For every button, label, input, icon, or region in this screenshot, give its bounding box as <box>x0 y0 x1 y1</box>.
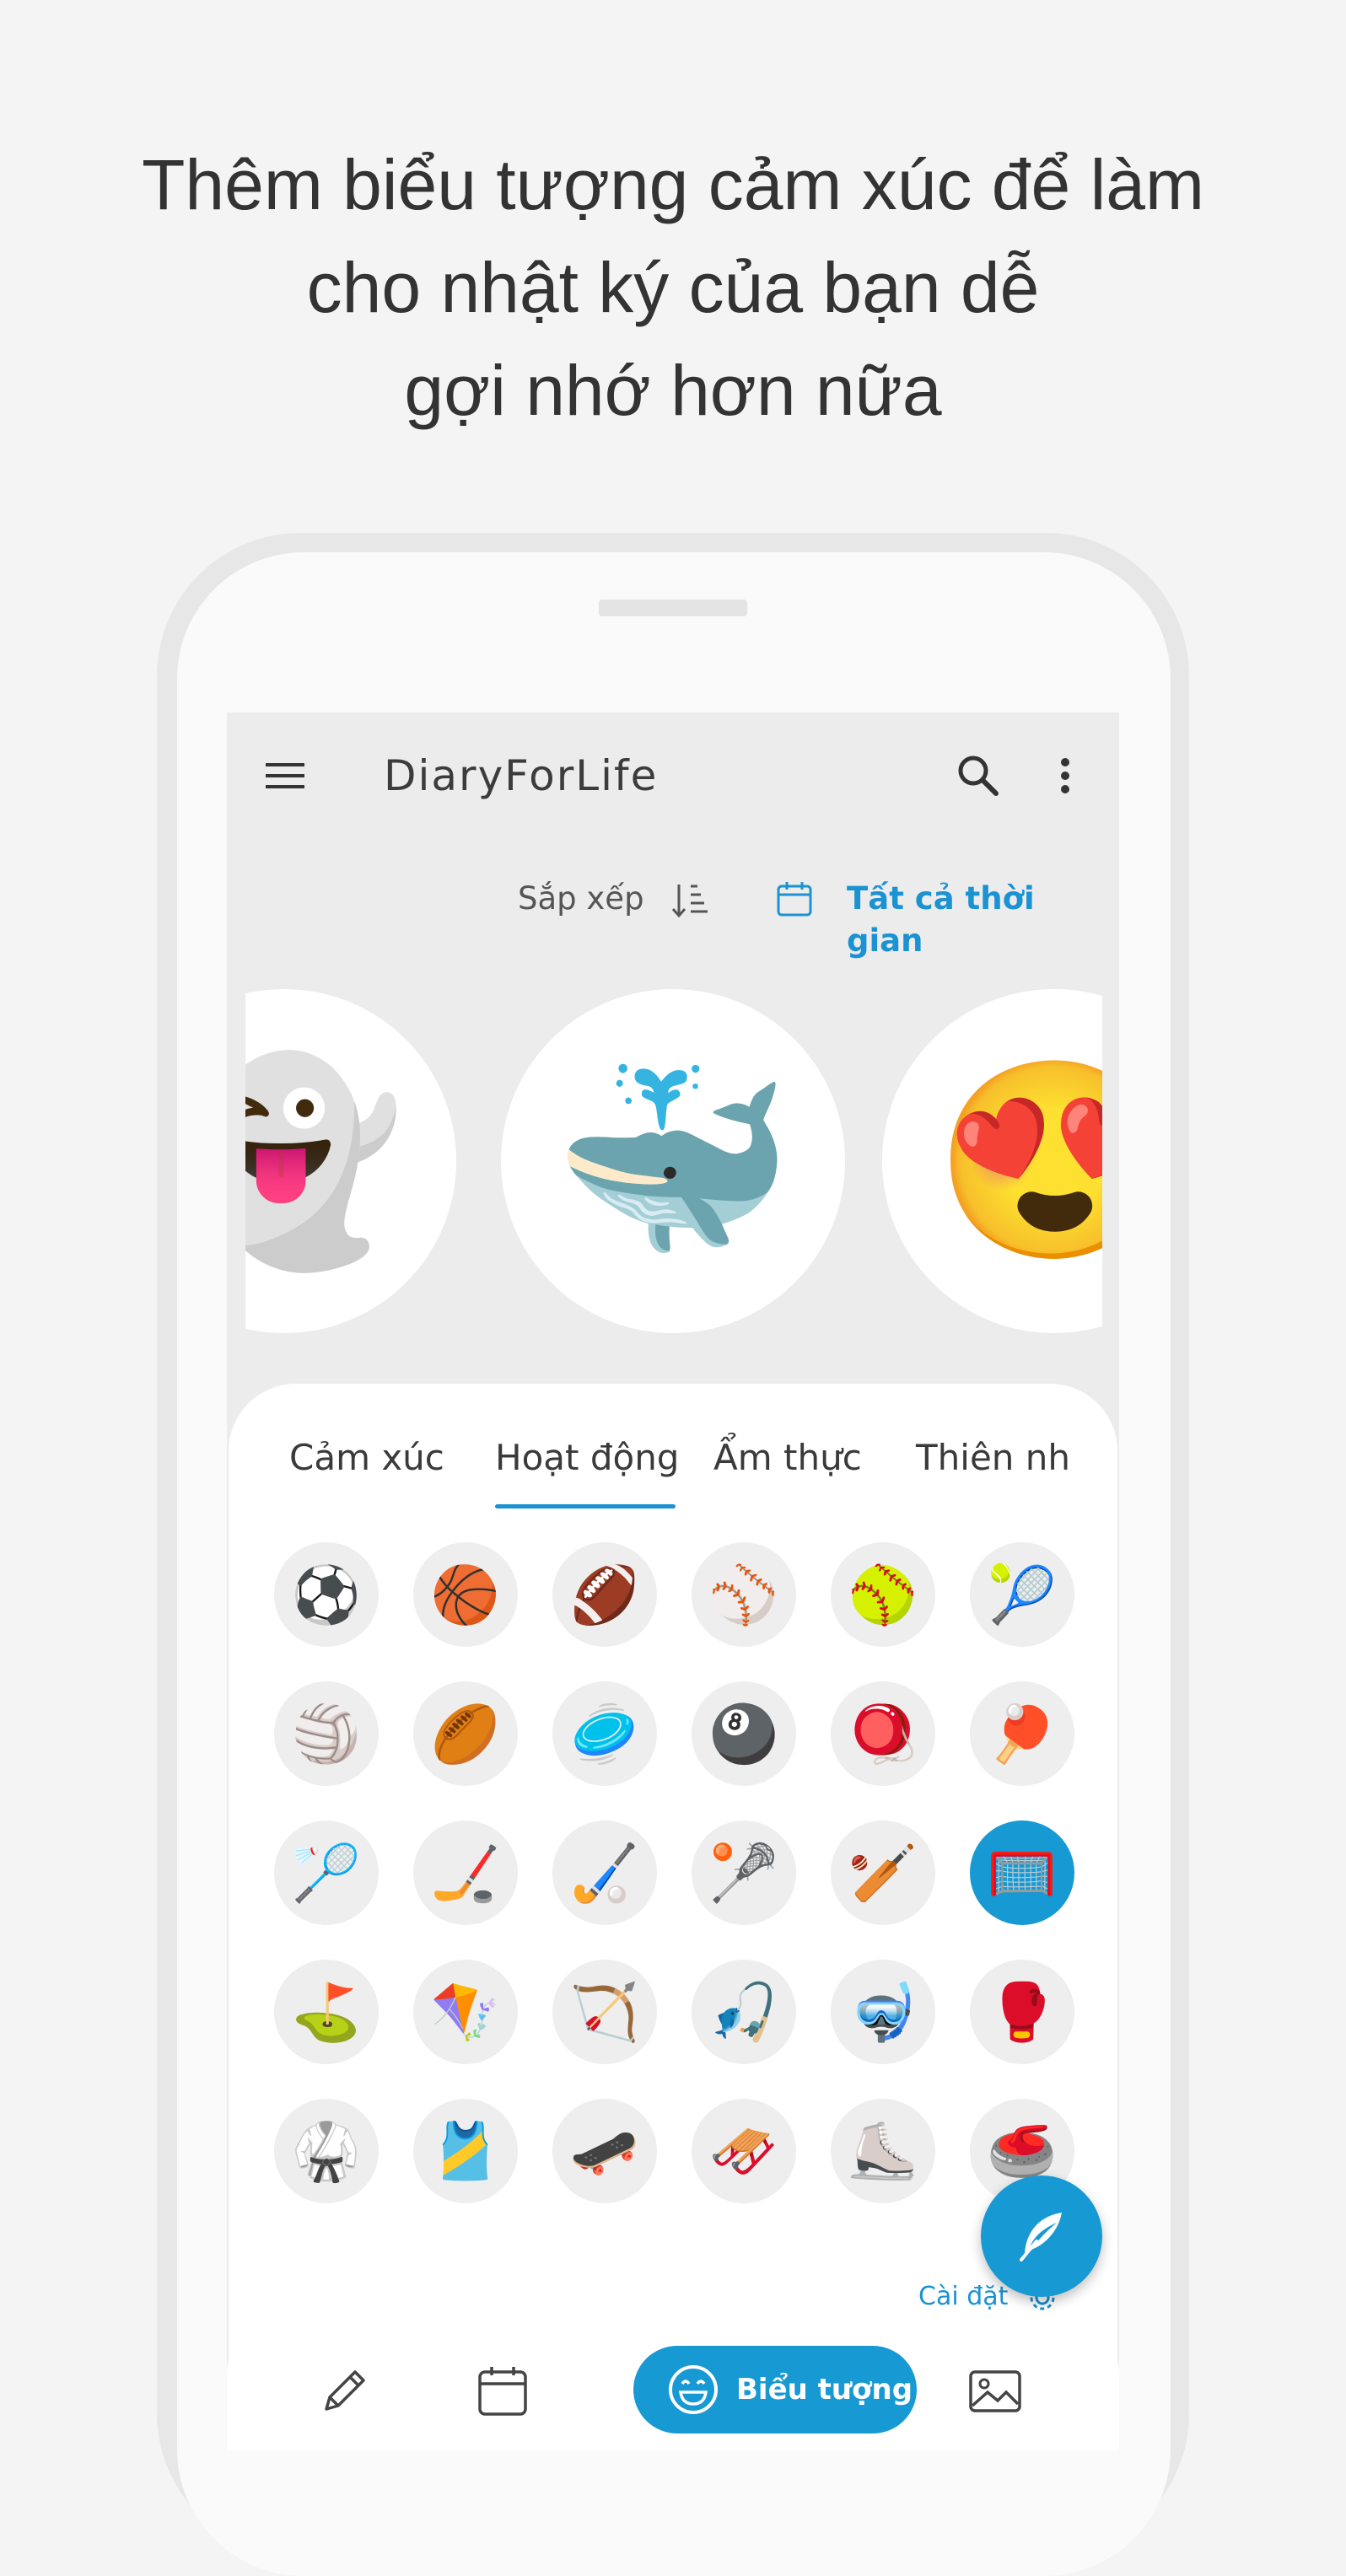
feather-icon <box>1020 2213 1062 2261</box>
app-screen: DiaryForLife Sắp xếp Tất cả thời gian 👻 … <box>227 713 1119 2450</box>
emoji-cell[interactable]: ⚾ <box>692 1542 796 1647</box>
new-entry-fab[interactable] <box>981 2175 1102 2297</box>
sort-label[interactable]: Sắp xếp <box>518 878 644 920</box>
bottom-nav: Biểu tượng <box>227 2323 1119 2450</box>
app-bar: DiaryForLife <box>227 713 1119 841</box>
emoji-cell[interactable]: 🏒 <box>413 1820 518 1925</box>
emoji-nav-button[interactable]: Biểu tượng <box>633 2346 917 2433</box>
emoji-cell[interactable]: 🥍 <box>692 1820 796 1925</box>
menu-icon[interactable] <box>264 755 306 797</box>
emoji-cell[interactable]: 🪀 <box>831 1681 935 1786</box>
emoji-cell[interactable]: 🏑 <box>552 1820 657 1925</box>
emoji-cell[interactable]: 🎾 <box>970 1542 1074 1647</box>
calendar-icon <box>777 882 812 917</box>
search-icon[interactable] <box>952 750 1004 802</box>
mood-carousel: 👻 🐳 😍 <box>245 984 1102 1338</box>
edit-icon[interactable] <box>315 2362 374 2421</box>
emoji-cell[interactable]: 🥏 <box>552 1681 657 1786</box>
emoji-cell[interactable]: 🏈 <box>552 1542 657 1647</box>
headline-line-3: gợi nhớ hơn nữa <box>404 351 942 430</box>
emoji-cell[interactable]: 🎱 <box>692 1681 796 1786</box>
image-icon[interactable] <box>966 2362 1025 2421</box>
tab-cam-xuc[interactable]: Cảm xúc <box>289 1433 444 1483</box>
calendar-icon[interactable] <box>473 2362 532 2421</box>
tab-am-thuc[interactable]: Ẩm thực <box>713 1433 862 1483</box>
emoji-cell[interactable]: 🛹 <box>552 2099 657 2203</box>
emoji-cell[interactable]: 🏐 <box>274 1681 379 1786</box>
emoji-category-tabs: Cảm xúc Hoạt động Ẩm thực Thiên nh <box>229 1384 1117 1527</box>
mood-item-whale[interactable]: 🐳 <box>501 989 845 1333</box>
tab-thien-nhien[interactable]: Thiên nh <box>916 1433 1070 1483</box>
emoji-cell[interactable]: 🏏 <box>831 1820 935 1925</box>
emoji-cell[interactable]: 🥅 <box>970 1820 1074 1925</box>
headline-line-2: cho nhật ký của bạn dễ <box>306 248 1040 327</box>
emoji-cell[interactable]: 🛷 <box>692 2099 796 2203</box>
emoji-cell[interactable]: 🏹 <box>552 1960 657 2064</box>
headline-line-1: Thêm biểu tượng cảm xúc để làm <box>142 145 1204 224</box>
mood-item-ghost[interactable]: 👻 <box>245 989 456 1333</box>
emoji-cell[interactable]: 🥋 <box>274 2099 379 2203</box>
app-title: DiaryForLife <box>384 751 659 800</box>
settings-label: Cài đặt <box>918 2282 1009 2311</box>
phone-speaker <box>599 600 747 616</box>
emoji-cell[interactable]: 🥊 <box>970 1960 1074 2064</box>
emoji-icon <box>669 2365 718 2414</box>
promo-headline: Thêm biểu tượng cảm xúc để làm cho nhật … <box>0 133 1346 442</box>
more-vert-icon[interactable] <box>1048 750 1082 802</box>
filter-bar: Sắp xếp Tất cả thời gian <box>227 841 1119 959</box>
emoji-nav-label: Biểu tượng <box>736 2373 913 2407</box>
emoji-cell[interactable]: 🏓 <box>970 1681 1074 1786</box>
mood-item-heart-eyes[interactable]: 😍 <box>882 989 1102 1333</box>
emoji-cell[interactable]: 🪁 <box>413 1960 518 2064</box>
emoji-cell[interactable]: 🏉 <box>413 1681 518 1786</box>
emoji-cell[interactable]: ⚽ <box>274 1542 379 1647</box>
emoji-cell[interactable]: ⛸️ <box>831 2099 935 2203</box>
emoji-cell[interactable]: 🎽 <box>413 2099 518 2203</box>
active-tab-indicator <box>495 1504 676 1508</box>
time-filter-button[interactable]: Tất cả thời gian <box>847 878 1119 962</box>
emoji-cell[interactable]: 🏀 <box>413 1542 518 1647</box>
emoji-cell[interactable]: 🎣 <box>692 1960 796 2064</box>
emoji-cell[interactable]: ⛳ <box>274 1960 379 2064</box>
sort-icon[interactable] <box>669 879 711 922</box>
emoji-cell[interactable]: 🥎 <box>831 1542 935 1647</box>
emoji-cell[interactable]: 🤿 <box>831 1960 935 2064</box>
tab-hoat-dong[interactable]: Hoạt động <box>495 1433 679 1483</box>
emoji-cell[interactable]: 🏸 <box>274 1820 379 1925</box>
